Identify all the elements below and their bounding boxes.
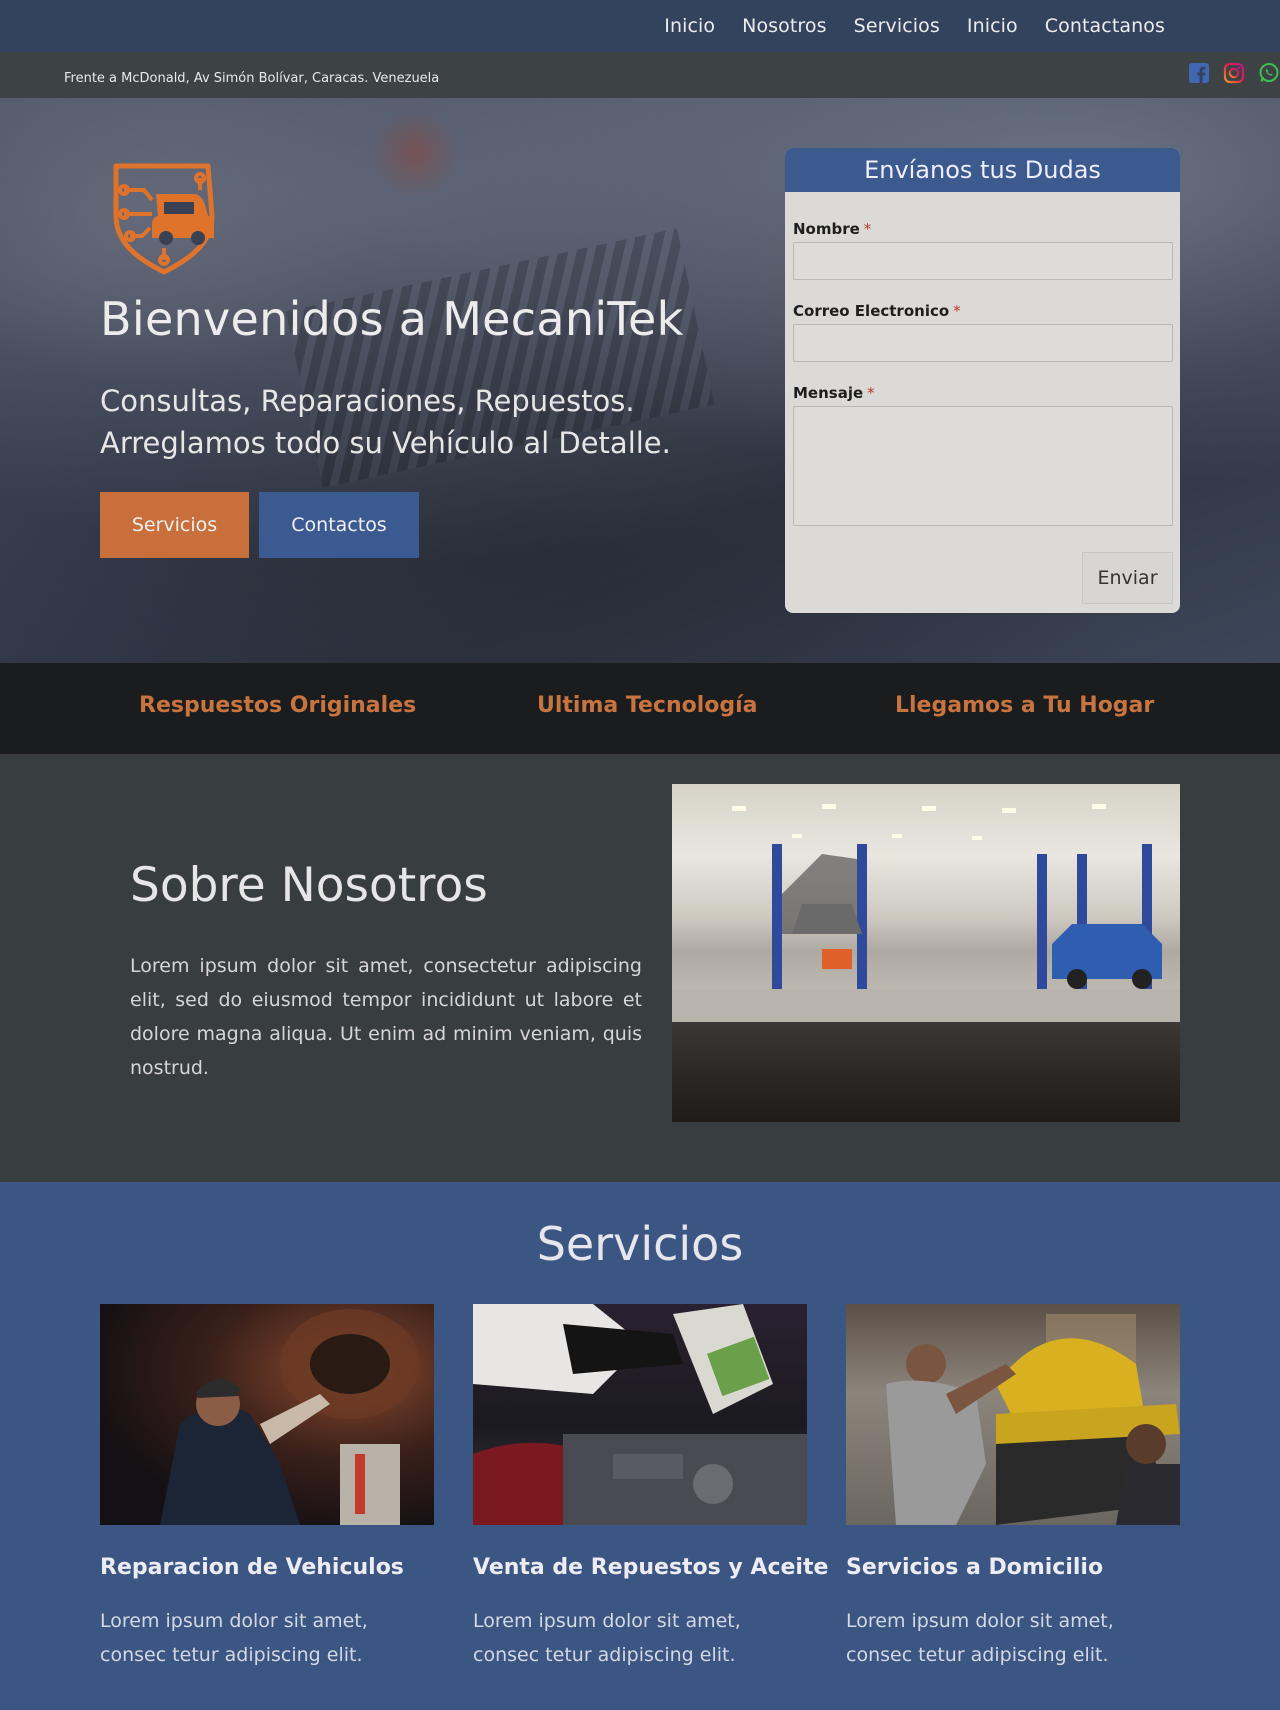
mecanitek-logo [108,160,220,276]
contact-form: Envíanos tus Dudas Nombre * Correo Electr… [785,148,1180,613]
service-card[interactable]: Reparacion de Vehiculos Lorem ipsum dolo… [100,1304,434,1672]
nav-nosotros[interactable]: Nosotros [742,15,827,37]
service-text: Lorem ipsum dolor sit amet, consec tetur… [473,1610,741,1666]
nav-servicios[interactable]: Servicios [854,15,940,37]
message-textarea[interactable] [793,406,1173,526]
services-button[interactable]: Servicios [100,492,249,558]
features-bar: Respuestos Originales Ultima Tecnología … [0,663,1280,754]
services-section: Servicios Reparacion de Vehiculos Lorem … [0,1182,1280,1710]
garage-photo [672,784,1180,1122]
service-title: Servicios a Domicilio [846,1555,1104,1580]
contacts-button[interactable]: Contactos [259,492,419,558]
form-title: Envíanos tus Dudas [785,148,1180,192]
facebook-icon[interactable] [1188,62,1210,84]
service-title: Venta de Repuestos y Aceite [473,1555,829,1580]
address-text: Frente a McDonald, Av Simón Bolívar, Car… [64,71,440,86]
nav-inicio-2[interactable]: Inicio [967,15,1018,37]
feature-latest-tech: Ultima Tecnología [537,693,758,718]
about-section: Sobre Nosotros Lorem ipsum dolor sit ame… [0,754,1280,1182]
about-text: Lorem ipsum dolor sit amet, consectetur … [130,955,642,1079]
name-label: Nombre * [793,220,872,238]
service-card[interactable]: Venta de Repuestos y Aceite Lorem ipsum … [473,1304,829,1672]
nav-inicio[interactable]: Inicio [664,15,715,37]
service-title: Reparacion de Vehiculos [100,1555,404,1580]
about-title: Sobre Nosotros [130,858,488,913]
submit-button[interactable]: Enviar [1082,552,1173,604]
top-nav: Inicio Nosotros Servicios Inicio Contact… [0,0,1280,52]
hero-photo-detail [370,108,460,198]
service-text: Lorem ipsum dolor sit amet, consec tetur… [846,1610,1114,1666]
nav-contactanos[interactable]: Contactanos [1045,15,1165,37]
service-text: Lorem ipsum dolor sit amet, consec tetur… [100,1610,368,1666]
info-bar: Frente a McDonald, Av Simón Bolívar, Car… [0,52,1280,98]
feature-original-parts: Respuestos Originales [139,693,417,718]
services-title: Servicios [536,1217,744,1271]
repair-photo [100,1304,434,1525]
name-input[interactable] [793,242,1173,280]
feature-home-service: Llegamos a Tu Hogar [895,693,1155,718]
service-card[interactable]: Servicios a Domicilio Lorem ipsum dolor … [846,1304,1180,1672]
hero-title: Bienvenidos a MecaniTek [100,292,684,346]
email-label: Correo Electronico * [793,302,961,320]
social-links [1188,62,1280,84]
instagram-icon[interactable] [1223,62,1245,84]
email-input[interactable] [793,324,1173,362]
hero-subtitle: Consultas, Reparaciones, Repuestos. Arre… [100,384,671,460]
whatsapp-icon[interactable] [1258,62,1280,84]
message-label: Mensaje * [793,384,875,402]
home-service-photo [846,1304,1180,1525]
oil-photo [473,1304,807,1525]
